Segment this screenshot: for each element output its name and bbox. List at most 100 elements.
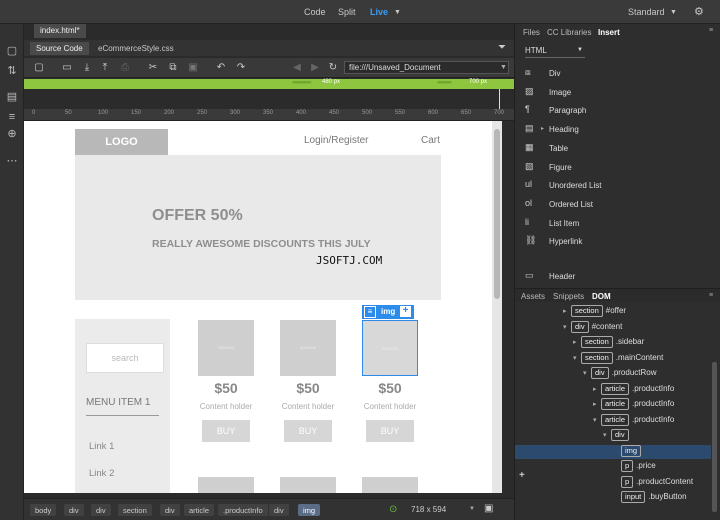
inspect-icon[interactable]: ▤ [5, 90, 19, 104]
paste-icon[interactable]: ▣ [186, 61, 200, 75]
code-mode-button[interactable]: Code [304, 7, 326, 17]
insert-item-heading[interactable]: ▤ Heading ▸ [523, 122, 713, 140]
insert-item-figure[interactable]: ▧ Figure [523, 160, 713, 178]
expand-arrow-icon[interactable]: ▾ [563, 323, 571, 331]
upload-icon[interactable]: ⤒ [98, 61, 112, 75]
filter-icon[interactable]: ⏷ [498, 42, 506, 53]
product-image-row2[interactable] [280, 477, 336, 493]
insert-item-hyperlink[interactable]: ⛓ Hyperlink [523, 234, 713, 252]
workspace-chevron-icon[interactable]: ▼ [670, 9, 677, 16]
redo-icon[interactable]: ↷ [234, 61, 248, 75]
insert-item-paragraph[interactable]: ¶ Paragraph [523, 103, 713, 121]
copy-icon[interactable]: ⧉ [166, 61, 180, 75]
dom-node[interactable]: input .buyButton [515, 491, 711, 505]
expand-arrow-icon[interactable]: ▸ [573, 338, 581, 346]
media-query-bar[interactable]: «««««««« 480 px «««««« 700 px [24, 79, 514, 89]
tab-assets[interactable]: Assets [521, 292, 545, 301]
scrollbar-thumb[interactable] [494, 129, 500, 299]
window-size[interactable]: 718 x 594 [411, 505, 446, 514]
product-image-row2[interactable] [362, 477, 418, 493]
open-folder-icon[interactable]: ▭ [60, 61, 74, 75]
dom-node[interactable]: ▾ div #content [515, 320, 711, 335]
dom-node[interactable]: p .price [515, 460, 711, 474]
product-image-row2[interactable] [198, 477, 254, 493]
undo-icon[interactable]: ↶ [214, 61, 228, 75]
print-icon[interactable]: ⎙ [118, 61, 132, 75]
login-register-link[interactable]: Login/Register [304, 135, 368, 146]
product-image[interactable]: 200X200 [198, 320, 254, 376]
sort-icon[interactable]: ⇅ [5, 64, 19, 78]
refresh-icon[interactable]: ↻ [326, 61, 340, 75]
insert-category-select[interactable]: HTML ▼ [525, 46, 585, 58]
cut-icon[interactable]: ✂ [146, 61, 160, 75]
search-input[interactable]: search [86, 343, 164, 373]
expand-arrow-icon[interactable]: ▾ [573, 354, 581, 362]
plus-icon[interactable]: + [400, 306, 411, 317]
url-field[interactable]: file:///Unsaved_Document [344, 61, 509, 74]
dom-node[interactable]: p .productContent [515, 475, 711, 490]
vertical-scrollbar[interactable] [492, 121, 502, 493]
insert-item-unordered-list[interactable]: ul Unordered List [523, 178, 713, 196]
dom-node[interactable]: ▾ section .mainContent [515, 351, 711, 366]
expand-arrow-icon[interactable]: ▸ [563, 307, 571, 315]
new-file-icon[interactable]: ▢ [32, 61, 46, 75]
gear-icon[interactable]: ⚙ [694, 5, 704, 18]
format-icon[interactable]: ≡ [5, 110, 19, 124]
dom-node[interactable]: ▾ div .productRow [515, 367, 711, 381]
buy-button[interactable]: BUY [284, 420, 332, 442]
live-mode-button[interactable]: Live [370, 7, 388, 17]
sidebar[interactable]: search MENU ITEM 1 Link 1 Link 2 [75, 319, 170, 493]
dom-node[interactable]: ▾ article .productInfo [515, 413, 711, 428]
breadcrumb-img[interactable]: img [298, 504, 321, 516]
source-code-tab[interactable]: Source Code [30, 42, 89, 55]
product-image-selected[interactable]: 200X200 [362, 320, 418, 376]
tab-dom[interactable]: DOM [592, 292, 611, 301]
breadcrumb-productInfo[interactable]: .productInfo [218, 504, 268, 516]
target-icon[interactable]: ⊕ [5, 127, 19, 141]
breadcrumb-section[interactable]: section [118, 504, 152, 516]
dom-node[interactable]: ▸ section #offer [515, 305, 711, 319]
insert-item-header[interactable]: ▭ Header [523, 269, 713, 287]
breadcrumb-div[interactable]: div [160, 504, 180, 516]
dom-node[interactable]: ▸ article .productInfo [515, 382, 711, 397]
viewport-handle-line[interactable] [499, 89, 500, 111]
insert-item-ordered-list[interactable]: ol Ordered List [523, 197, 713, 215]
css-file-tab[interactable]: eCommerceStyle.css [92, 42, 180, 55]
expand-arrow-icon[interactable]: ▸ [541, 125, 544, 132]
live-view-canvas[interactable]: LOGO Login/Register Cart OFFER 50% REALL… [24, 121, 492, 493]
buy-button[interactable]: BUY [202, 420, 250, 442]
dom-node[interactable]: ▸ article .productInfo [515, 398, 711, 412]
live-options-chevron-icon[interactable]: ▼ [394, 9, 401, 16]
insert-item-image[interactable]: ▨ Image [523, 85, 713, 103]
url-dropdown-chevron-icon[interactable]: ▼ [500, 64, 507, 71]
cart-link[interactable]: Cart [421, 135, 440, 146]
file-icon[interactable]: ▢ [5, 44, 19, 58]
workspace-switcher[interactable]: Standard [628, 7, 665, 17]
file-tab-index[interactable]: index.html* [34, 24, 86, 38]
product-image[interactable]: 200X200 [280, 320, 336, 376]
menu-link-1[interactable]: Link 1 [89, 441, 114, 452]
dom-node[interactable]: img [515, 444, 711, 459]
back-arrow-icon[interactable]: ◀ [290, 61, 304, 75]
hamburger-icon[interactable]: ≡ [364, 306, 376, 318]
tab-files[interactable]: Files [523, 28, 540, 37]
insert-item-table[interactable]: ▦ Table [523, 141, 713, 159]
preview-icon[interactable]: ▣ [484, 503, 493, 514]
menu-link-2[interactable]: Link 2 [89, 468, 114, 479]
more-icon[interactable]: ⋯ [5, 154, 19, 168]
insert-item-list-item[interactable]: li List Item [523, 216, 713, 234]
tab-insert[interactable]: Insert [598, 28, 620, 37]
tab-snippets[interactable]: Snippets [553, 292, 584, 301]
element-badge[interactable]: ≡ img + [362, 305, 414, 319]
expand-arrow-icon[interactable]: ▸ [593, 400, 601, 408]
dom-scrollbar[interactable] [712, 362, 717, 512]
insert-item-div[interactable]: ⧈ Div [523, 66, 713, 84]
buy-button[interactable]: BUY [366, 420, 414, 442]
forward-arrow-icon[interactable]: ▶ [308, 61, 322, 75]
size-chevron-icon[interactable]: ▼ [469, 506, 475, 512]
expand-arrow-icon[interactable]: ▾ [583, 369, 591, 377]
dom-menu-icon[interactable]: ≡ [709, 292, 713, 299]
breadcrumb-article[interactable]: article [184, 504, 215, 516]
add-element-plus-icon[interactable]: + [519, 470, 525, 481]
expand-arrow-icon[interactable]: ▾ [603, 431, 611, 439]
